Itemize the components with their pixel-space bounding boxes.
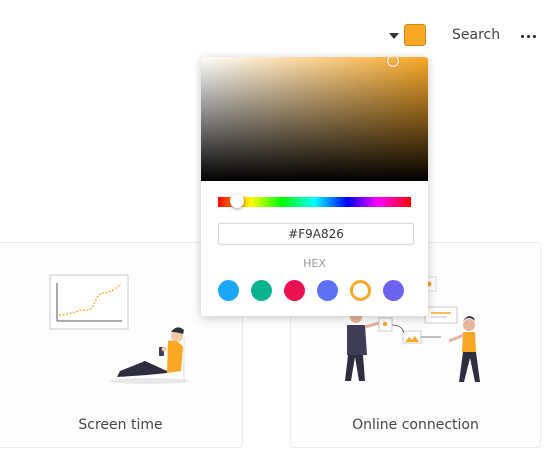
color-swatch-button[interactable] (404, 24, 426, 46)
preset-swatch[interactable] (218, 280, 239, 301)
preset-swatch[interactable] (383, 280, 404, 301)
preset-swatch[interactable] (350, 280, 371, 301)
preset-swatch[interactable] (317, 280, 338, 301)
preset-swatches (218, 280, 404, 301)
hex-input[interactable] (218, 223, 414, 245)
color-picker-popup: HEX (201, 57, 428, 316)
saturation-area[interactable] (201, 57, 428, 181)
page: Search Screen time Online connection #F9… (0, 0, 556, 463)
hue-slider[interactable] (218, 197, 411, 207)
more-options-icon[interactable] (521, 33, 541, 39)
hue-slider-handle[interactable] (230, 194, 244, 208)
hex-label: HEX (303, 257, 326, 270)
card-title: Screen time (78, 417, 163, 433)
preset-swatch[interactable] (284, 280, 305, 301)
search-button[interactable]: Search (452, 27, 500, 43)
chevron-down-icon[interactable] (389, 33, 399, 39)
preset-swatch[interactable] (251, 280, 272, 301)
card-title: Online connection (352, 417, 479, 433)
